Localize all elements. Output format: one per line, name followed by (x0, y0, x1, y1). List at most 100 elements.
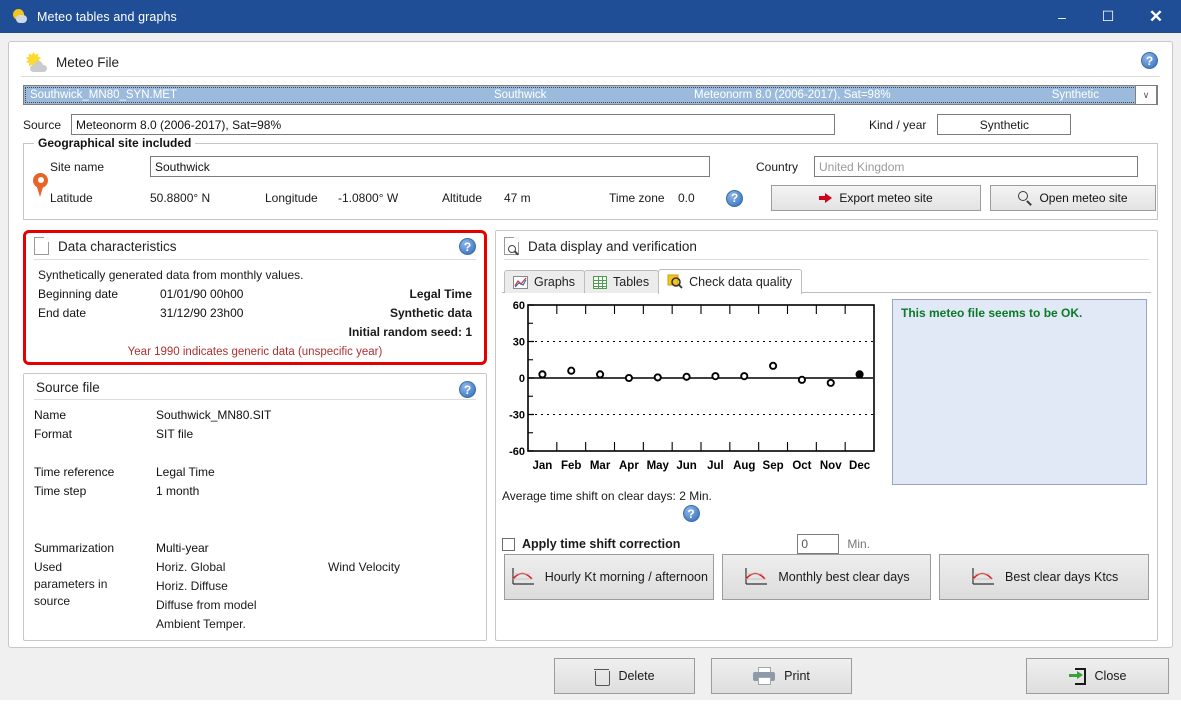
monthly-best-clear-days-label: Monthly best clear days (778, 570, 910, 584)
timezone-label: Time zone (609, 191, 665, 205)
svg-text:Jan: Jan (533, 460, 553, 472)
data-characteristics-panel: Data characteristics ? Synthetically gen… (23, 230, 487, 365)
meteo-file-header: Meteo File ? (19, 50, 1162, 76)
used-parameters-label: Used (34, 560, 63, 574)
export-meteo-site-button[interactable]: Export meteo site (771, 185, 981, 211)
geo-help-icon[interactable]: ? (726, 189, 743, 207)
svg-text:60: 60 (513, 300, 525, 312)
data-characteristics-header: Data characteristics ? (32, 235, 478, 259)
generic-year-note: Year 1990 indicates generic data (unspec… (127, 346, 383, 358)
title-bar: Meteo tables and graphs – ☐ ✕ (0, 0, 1181, 33)
source-file-title: Source file (36, 380, 100, 395)
hourly-kt-button[interactable]: Hourly Kt morning / afternoon (504, 554, 714, 600)
data-display-tabs: Graphs Tables Check data quality (504, 268, 1151, 294)
svg-text:30: 30 (513, 337, 525, 349)
source-input[interactable]: Meteonorm 8.0 (2006-2017), Sat=98% (71, 114, 835, 135)
minimize-button[interactable]: – (1039, 0, 1085, 33)
chevron-down-icon[interactable]: ∨ (1135, 85, 1157, 105)
sun-cloud-icon (25, 52, 47, 72)
time-shift-help-icon[interactable]: ? (682, 505, 700, 522)
time-shift-scatter-chart: -60 -30 0 30 60 Jan Feb Mar Apr May Jun Jul Aug Sep Oc… (502, 299, 880, 485)
site-name-input[interactable]: Southwick (150, 156, 710, 177)
best-clear-days-ktcs-label: Best clear days Ktcs (1005, 570, 1119, 584)
tab-check-data-quality-label: Check data quality (689, 274, 792, 289)
tab-graphs-label: Graphs (534, 275, 575, 289)
tab-graphs[interactable]: Graphs (504, 270, 585, 293)
time-shift-minutes-unit: Min. (847, 537, 871, 551)
geographical-site-label: Geographical site included (34, 136, 196, 150)
country-input[interactable]: United Kingdom (814, 156, 1138, 177)
close-window-button[interactable]: ✕ (1131, 0, 1181, 33)
data-display-title: Data display and verification (528, 238, 697, 254)
used-parameters-label: parameters in (34, 577, 108, 591)
quality-message: This meteo file seems to be OK. (901, 306, 1083, 320)
maximize-button[interactable]: ☐ (1085, 0, 1131, 33)
kind-year-value[interactable]: Synthetic (937, 114, 1072, 135)
meteo-file-help-icon[interactable]: ? (1141, 52, 1158, 69)
svg-text:Apr: Apr (619, 460, 639, 472)
used-parameters-label: source (34, 594, 71, 608)
delete-button[interactable]: Delete (554, 658, 696, 694)
best-clear-days-ktcs-button[interactable]: Best clear days Ktcs (939, 554, 1150, 600)
source-file-value: 1 month (156, 484, 200, 498)
svg-text:Sep: Sep (763, 460, 784, 472)
right-column: Data display and verification Graphs Tab… (495, 230, 1158, 641)
latitude-label: Latitude (50, 191, 93, 205)
source-file-row: Time reference Legal Time (34, 463, 478, 482)
source-file-value: Multi-year (156, 541, 209, 555)
quality-message-box: This meteo file seems to be OK. (892, 299, 1147, 485)
close-button[interactable]: Close (1026, 658, 1170, 694)
source-file-help-icon[interactable]: ? (459, 381, 476, 398)
window-controls: – ☐ ✕ (1039, 0, 1181, 33)
svg-text:-60: -60 (509, 446, 525, 458)
footer-bar: Delete Print Close (0, 648, 1181, 704)
time-shift-minutes-input[interactable]: 0 (797, 534, 840, 554)
map-pin-icon (32, 172, 50, 199)
source-file-value: SIT file (156, 427, 194, 441)
chart-and-message: -60 -30 0 30 60 Jan Feb Mar Apr May Jun Jul Aug Sep Oc… (502, 299, 1151, 485)
export-meteo-site-label: Export meteo site (839, 191, 933, 205)
meteo-file-title: Meteo File (56, 54, 120, 70)
country-label: Country (756, 159, 799, 174)
site-name-row: Site name Southwick Country United Kingd… (50, 156, 1156, 177)
end-date-value: 31/12/90 23h00 (160, 306, 244, 320)
apply-time-shift-label: Apply time shift correction (522, 537, 681, 551)
meteo-file-source: Meteonorm 8.0 (2006-2017), Sat=98% (694, 89, 891, 101)
data-characteristics-divider (34, 259, 476, 260)
data-display-header: Data display and verification (502, 235, 1151, 259)
data-characteristics-intro-row: Synthetically generated data from monthl… (38, 266, 472, 285)
source-file-row: Time step 1 month (34, 482, 478, 501)
source-file-key: Summarization (34, 541, 115, 555)
tab-tables[interactable]: Tables (584, 270, 660, 293)
source-file-key: Time reference (34, 465, 115, 479)
data-display-panel: Data display and verification Graphs Tab… (495, 230, 1158, 641)
check-data-quality-icon (667, 274, 683, 289)
chart-svg: -60 -30 0 30 60 Jan Feb Mar Apr May Jun Jul Aug Sep Oc… (509, 300, 875, 472)
longitude-value: -1.0800° W (338, 191, 399, 205)
used-parameter-item: Horiz. Global (156, 560, 226, 574)
print-label: Print (784, 669, 810, 683)
data-characteristics-intro: Synthetically generated data from monthl… (38, 268, 304, 282)
meteo-file-selected-row[interactable]: Southwick_MN80_SYN.MET Southwick Meteono… (23, 85, 1158, 105)
printer-icon (753, 667, 776, 685)
tab-check-data-quality[interactable]: Check data quality (658, 269, 802, 294)
meteo-file-divider (21, 76, 1160, 77)
end-date-row: End date 31/12/90 23h00 Synthetic data (38, 304, 472, 323)
legal-time-badge: Legal Time (409, 287, 472, 301)
meteo-file-name: Southwick_MN80_SYN.MET (30, 89, 177, 101)
kind-year-label: Kind / year (869, 117, 927, 132)
svg-text:Mar: Mar (590, 460, 611, 472)
beginning-date-value: 01/01/90 00h00 (160, 287, 244, 301)
print-button[interactable]: Print (711, 658, 853, 694)
kt-curve-icon (970, 567, 996, 587)
data-characteristics-help-icon[interactable]: ? (459, 238, 476, 255)
meteo-file-site: Southwick (494, 89, 547, 101)
seed-row: Initial random seed: 1 (38, 323, 472, 342)
analysis-buttons: Hourly Kt morning / afternoon Monthly be… (504, 554, 1150, 600)
apply-time-shift-checkbox[interactable] (502, 537, 515, 551)
monthly-best-clear-days-button[interactable]: Monthly best clear days (721, 554, 932, 600)
trash-icon (594, 668, 611, 686)
svg-text:Jun: Jun (676, 460, 696, 472)
main-panel: Meteo File ? Southwick_MN80_SYN.MET Sout… (8, 41, 1173, 648)
open-meteo-site-button[interactable]: Open meteo site (990, 185, 1156, 211)
